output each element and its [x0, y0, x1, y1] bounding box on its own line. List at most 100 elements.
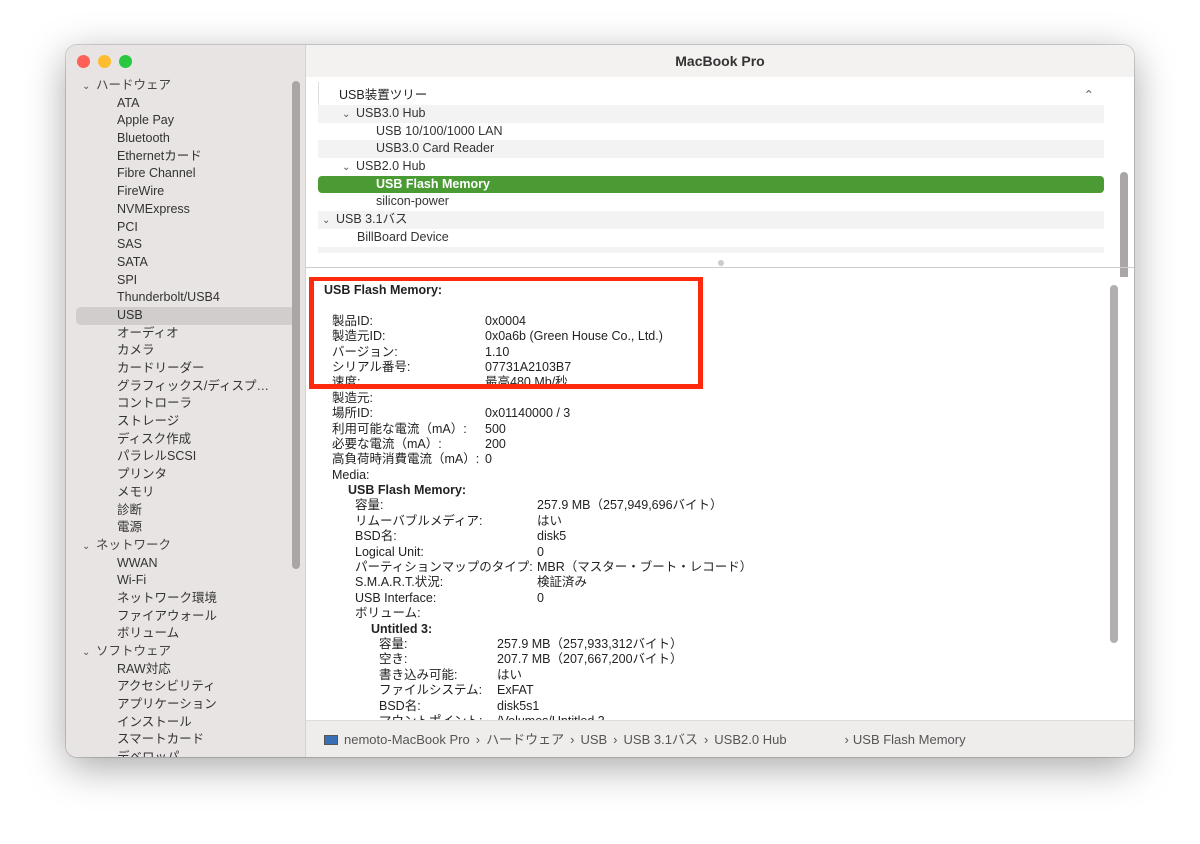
sidebar-item[interactable]: RAW対応	[66, 661, 306, 679]
sidebar-item[interactable]: SATA	[66, 254, 306, 272]
sidebar-item[interactable]: FireWire	[66, 183, 306, 201]
detail-row: 必要な電流（mA）: 200	[324, 437, 1104, 452]
sidebar-item-label: コントローラ	[117, 396, 193, 411]
path-separator: ›	[475, 732, 481, 747]
detail-label: 高負荷時消費電流（mA）:	[332, 452, 480, 467]
detail-scrollbar[interactable]	[1110, 285, 1118, 643]
chevron-down-icon[interactable]: ⌄	[342, 106, 356, 124]
sidebar-item[interactable]: パラレルSCSI	[66, 448, 306, 466]
sidebar-item[interactable]: Bluetooth	[66, 130, 306, 148]
sidebar-item[interactable]: ボリューム	[66, 625, 306, 643]
sidebar-item[interactable]: NVMExpress	[66, 201, 306, 219]
sidebar-item[interactable]: オーディオ	[66, 325, 306, 343]
tree-row[interactable]: ⌄ USB3.0 Hub	[318, 105, 1104, 123]
tree-row[interactable]: BillBoard Device	[318, 229, 1104, 247]
close-button[interactable]	[77, 55, 90, 68]
sidebar-item[interactable]: グラフィックス/ディスプ…	[66, 378, 306, 396]
detail-value: MBR（マスター・ブート・レコード）	[537, 560, 753, 575]
sidebar-item[interactable]: Thunderbolt/USB4	[66, 289, 306, 307]
sidebar-item-label: PCI	[117, 219, 138, 234]
tree-row[interactable]: USB 10/100/1000 LAN	[318, 123, 1104, 141]
path-item[interactable]: USB Flash Memory	[853, 732, 966, 747]
sidebar-item[interactable]: コントローラ	[66, 395, 306, 413]
chevron-down-icon[interactable]: ⌄	[342, 159, 356, 177]
sidebar-scrollbar[interactable]	[292, 81, 300, 569]
sidebar-item[interactable]: Apple Pay	[66, 112, 306, 130]
detail-value: 500	[485, 421, 506, 436]
detail-label: Media:	[332, 467, 370, 482]
detail-row: Untitled 3:	[324, 622, 1104, 637]
sidebar-item-label: ディスク作成	[117, 431, 192, 446]
path-item[interactable]: USB	[580, 732, 607, 747]
sidebar-item[interactable]: ストレージ	[66, 413, 306, 431]
tree-row-label: BillBoard Device	[357, 229, 449, 244]
detail-value: 200	[485, 436, 506, 451]
detail-label: 書き込み可能:	[379, 667, 458, 682]
tree-rows: ⌄ USB3.0 Hub USB 10/100/1000 LAN USB3.0 Car…	[318, 105, 1104, 253]
sidebar-item[interactable]: デベロッパ	[66, 749, 306, 757]
system-information-window: ⌄ ハードウェア ATA Apple Pay Bluetooth Ethernetカード F…	[66, 45, 1134, 757]
sidebar-item[interactable]: ディスク作成	[66, 431, 306, 449]
sidebar-item[interactable]: アクセシビリティ	[66, 678, 306, 696]
tree-row[interactable]: USB3.0 Card Reader	[318, 140, 1104, 159]
chevron-down-icon[interactable]: ⌄	[82, 644, 96, 662]
detail-pane: USB Flash Memory: 製品ID: 0x0004 製造元ID: 0x0a6b…	[306, 277, 1134, 720]
tree-row[interactable]: ⌄ USB2.0 Hub	[318, 158, 1104, 176]
tree-row[interactable]	[318, 246, 1104, 253]
sidebar-item[interactable]: 診断	[66, 502, 306, 520]
sidebar-item-label: SPI	[117, 272, 138, 287]
sidebar-item-label: スマートカード	[117, 732, 205, 747]
zoom-button[interactable]	[119, 55, 132, 68]
tree-row[interactable]: ⌄ USB 3.1バス	[318, 211, 1104, 229]
split-divider[interactable]	[306, 267, 1134, 268]
chevron-down-icon[interactable]: ⌄	[322, 212, 336, 230]
sidebar-item[interactable]: プリンタ	[66, 466, 306, 484]
chevron-down-icon[interactable]: ⌄	[82, 78, 96, 96]
minimize-button[interactable]	[98, 55, 111, 68]
sidebar-item-label: ボリューム	[117, 626, 180, 641]
sidebar-item[interactable]: 電源	[66, 519, 306, 537]
path-item[interactable]: USB2.0 Hub	[714, 732, 786, 747]
sidebar-item[interactable]: ATA	[66, 95, 306, 113]
path-separator: ›	[703, 732, 709, 747]
detail-value: 0	[485, 452, 492, 467]
sidebar-item-label: Ethernetカード	[117, 148, 202, 163]
sidebar-group[interactable]: ⌄ ネットワーク	[66, 537, 306, 555]
sidebar-item-label: NVMExpress	[117, 201, 190, 216]
sidebar-item[interactable]: WWAN	[66, 555, 306, 573]
tree-row[interactable]: USB Flash Memory	[318, 175, 1104, 194]
detail-section-heading: Untitled 3:	[371, 621, 433, 636]
sidebar-item-label: RAW対応	[117, 661, 171, 676]
detail-value: はい	[497, 667, 523, 682]
chevron-down-icon[interactable]: ⌄	[82, 538, 96, 556]
sidebar-item-label: アクセシビリティ	[117, 679, 216, 694]
sidebar-item[interactable]: ネットワーク環境	[66, 590, 306, 608]
sidebar-item[interactable]: カメラ	[66, 342, 306, 360]
path-item[interactable]: nemoto-MacBook Pro	[344, 732, 470, 747]
sidebar-item[interactable]: スマートカード	[66, 731, 306, 749]
sidebar-group[interactable]: ⌄ ハードウェア	[66, 77, 306, 95]
detail-value: 0x01140000 / 3	[485, 406, 571, 421]
detail-label: 利用可能な電流（mA）:	[332, 421, 467, 436]
tree-row-label: USB2.0 Hub	[356, 159, 426, 174]
tree-row[interactable]: silicon-power	[318, 193, 1104, 211]
sidebar-item[interactable]: インストール	[66, 714, 306, 732]
sidebar-item[interactable]: SPI	[66, 272, 306, 290]
sidebar-item[interactable]: アプリケーション	[66, 696, 306, 714]
sidebar-item[interactable]: USB	[76, 306, 296, 325]
sidebar-item[interactable]: ファイアウォール	[66, 608, 306, 626]
split-handle[interactable]	[718, 260, 724, 266]
sidebar-group[interactable]: ⌄ ソフトウェア	[66, 643, 306, 661]
sidebar-item[interactable]: カードリーダー	[66, 360, 306, 378]
tree-row-label: USB3.0 Hub	[356, 106, 426, 120]
sidebar-item[interactable]: Wi-Fi	[66, 572, 306, 590]
path-item[interactable]: USB 3.1バス	[624, 732, 698, 747]
detail-row: Media:	[324, 468, 1104, 483]
sidebar-item[interactable]: SAS	[66, 236, 306, 254]
path-item[interactable]: ハードウェア	[486, 732, 564, 747]
sidebar-item-label: Apple Pay	[117, 113, 174, 128]
sidebar-item[interactable]: メモリ	[66, 484, 306, 502]
sidebar-item[interactable]: Fibre Channel	[66, 165, 306, 183]
sidebar-item[interactable]: Ethernetカード	[66, 148, 306, 166]
sidebar-item[interactable]: PCI	[66, 219, 306, 237]
